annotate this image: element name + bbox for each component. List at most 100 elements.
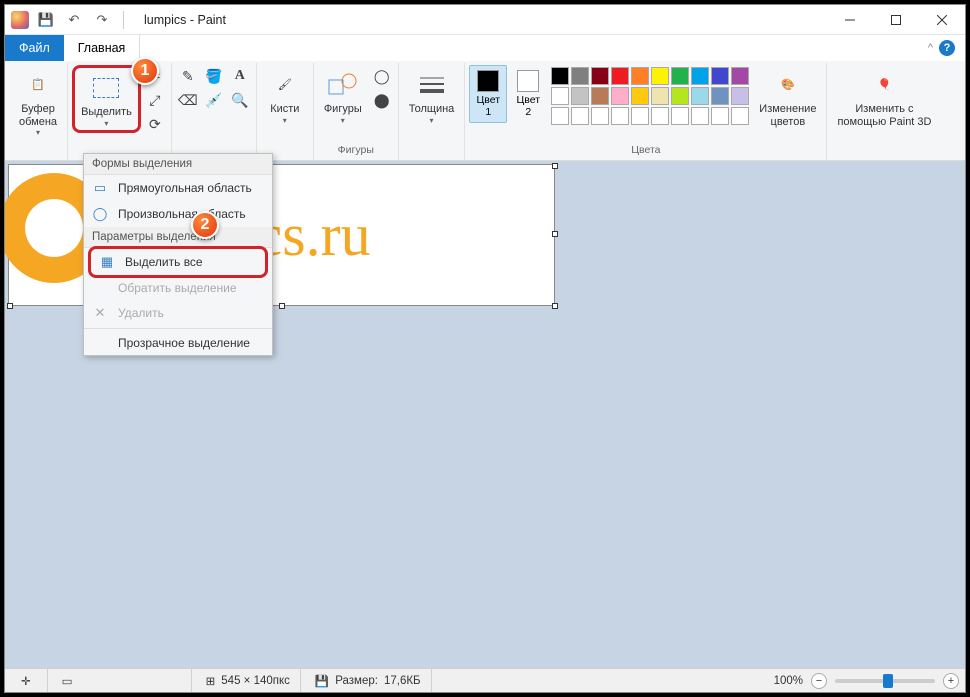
- color-swatch[interactable]: [691, 67, 709, 85]
- qat-save-icon[interactable]: 💾: [35, 9, 57, 31]
- color-swatch[interactable]: [611, 67, 629, 85]
- help-icon[interactable]: ?: [939, 40, 955, 56]
- select-button[interactable]: Выделить ▾: [72, 65, 141, 133]
- zoom-control: 100% − +: [774, 673, 959, 689]
- close-button[interactable]: [919, 5, 965, 35]
- color2-button[interactable]: Цвет 2: [509, 65, 547, 123]
- shapes-icon: [327, 69, 359, 101]
- paint3d-icon: 🎈: [868, 69, 900, 101]
- rect-select-icon: ▭: [92, 180, 108, 196]
- outline-icon[interactable]: ◯: [370, 65, 394, 87]
- clipboard-icon: 📋: [22, 69, 54, 101]
- color-swatch[interactable]: [611, 107, 629, 125]
- zoom-out-button[interactable]: −: [811, 673, 827, 689]
- color-swatch[interactable]: [731, 107, 749, 125]
- color-swatch[interactable]: [711, 87, 729, 105]
- palette-icon: 🎨: [772, 69, 804, 101]
- eraser-icon[interactable]: ⌫: [176, 89, 200, 111]
- color-swatch[interactable]: [591, 107, 609, 125]
- clipboard-button[interactable]: 📋 Буфер обмена ▾: [13, 65, 63, 139]
- color-swatch[interactable]: [671, 107, 689, 125]
- dd-section-params: Параметры выделения: [84, 227, 272, 248]
- annotation-marker-1: 1: [131, 57, 159, 85]
- select-rect-icon: [93, 78, 119, 98]
- qat-redo-icon[interactable]: ↷: [91, 9, 113, 31]
- color-swatch[interactable]: [571, 87, 589, 105]
- color-swatch[interactable]: [591, 87, 609, 105]
- pencil-icon[interactable]: ✎: [176, 65, 200, 87]
- status-cursor: ✛: [11, 669, 48, 692]
- resize-handle[interactable]: [279, 303, 285, 309]
- color-swatch[interactable]: [571, 67, 589, 85]
- group-paint3d: 🎈 Изменить с помощью Paint 3D: [827, 63, 941, 160]
- picker-icon[interactable]: 💉: [202, 89, 226, 111]
- rotate-icon[interactable]: ⟳: [143, 113, 167, 135]
- color-swatch[interactable]: [651, 107, 669, 125]
- color-swatch[interactable]: [671, 87, 689, 105]
- select-all-icon: ▦: [99, 254, 115, 270]
- color-swatch[interactable]: [691, 107, 709, 125]
- tab-home[interactable]: Главная: [64, 35, 141, 61]
- group-colors: Цвет 1 Цвет 2 🎨 Изменение цветов Цвета: [465, 63, 827, 160]
- zoom-icon[interactable]: 🔍: [228, 89, 252, 111]
- dd-item-free[interactable]: ◯Произвольная область: [84, 201, 272, 227]
- color-swatch[interactable]: [571, 107, 589, 125]
- thickness-button[interactable]: Толщина ▾: [403, 65, 461, 127]
- fill-icon[interactable]: 🪣: [202, 65, 226, 87]
- color-swatch[interactable]: [591, 67, 609, 85]
- dd-item-transparent[interactable]: Прозрачное выделение: [84, 331, 272, 355]
- color-swatch[interactable]: [551, 107, 569, 125]
- color-swatch[interactable]: [711, 67, 729, 85]
- color-swatch[interactable]: [631, 67, 649, 85]
- maximize-button[interactable]: [873, 5, 919, 35]
- app-icon: [11, 11, 29, 29]
- window-title: lumpics - Paint: [144, 13, 226, 27]
- zoom-value: 100%: [774, 675, 803, 687]
- color-swatch[interactable]: [631, 87, 649, 105]
- text-icon[interactable]: A: [228, 65, 252, 87]
- dd-item-delete: ✕Удалить: [84, 300, 272, 326]
- zoom-in-button[interactable]: +: [943, 673, 959, 689]
- color-swatch[interactable]: [611, 87, 629, 105]
- color-swatch[interactable]: [651, 87, 669, 105]
- group-clipboard: 📋 Буфер обмена ▾: [9, 63, 68, 160]
- resize-handle[interactable]: [552, 231, 558, 237]
- shapes-button[interactable]: Фигуры ▾: [318, 65, 368, 127]
- dd-item-select-all[interactable]: ▦Выделить все: [88, 246, 268, 278]
- color-swatch[interactable]: [551, 87, 569, 105]
- color-swatch[interactable]: [551, 67, 569, 85]
- tab-file[interactable]: Файл: [5, 35, 64, 61]
- paint-window: 💾 ↶ ↷ lumpics - Paint Файл Главная ^ ? 📋…: [4, 4, 966, 693]
- dd-item-rect[interactable]: ▭Прямоугольная область: [84, 175, 272, 201]
- qat-undo-icon[interactable]: ↶: [63, 9, 85, 31]
- resize-handle[interactable]: [552, 303, 558, 309]
- color-swatch[interactable]: [731, 67, 749, 85]
- status-dimensions: ⊞545 × 140пкс: [196, 669, 301, 692]
- minimize-button[interactable]: [827, 5, 873, 35]
- statusbar: ✛ ▭ ⊞545 × 140пкс 💾Размер:17,6КБ 100% − …: [5, 668, 965, 692]
- paint3d-button[interactable]: 🎈 Изменить с помощью Paint 3D: [831, 65, 937, 130]
- resize-handle[interactable]: [552, 163, 558, 169]
- color-swatch[interactable]: [671, 67, 689, 85]
- status-filesize: 💾Размер:17,6КБ: [305, 669, 432, 692]
- color-swatch[interactable]: [651, 67, 669, 85]
- group-shapes: Фигуры ▾ ◯ ⬤ Фигуры: [314, 63, 399, 160]
- resize-handle[interactable]: [7, 303, 13, 309]
- color-swatch[interactable]: [631, 107, 649, 125]
- cursor-pos-icon: ✛: [21, 674, 31, 688]
- color-palette: [549, 65, 751, 127]
- color-swatch[interactable]: [691, 87, 709, 105]
- brushes-button[interactable]: 🖌 Кисти ▾: [261, 65, 309, 127]
- color1-button[interactable]: Цвет 1: [469, 65, 507, 123]
- color-swatch[interactable]: [731, 87, 749, 105]
- color-swatch[interactable]: [711, 107, 729, 125]
- edit-colors-button[interactable]: 🎨 Изменение цветов: [753, 65, 822, 130]
- titlebar: 💾 ↶ ↷ lumpics - Paint: [5, 5, 965, 35]
- resize-icon[interactable]: ⤢: [143, 89, 167, 111]
- dims-icon: ⊞: [206, 674, 216, 688]
- collapse-ribbon-icon[interactable]: ^: [928, 42, 933, 54]
- select-dropdown: Формы выделения ▭Прямоугольная область ◯…: [83, 153, 273, 356]
- zoom-slider[interactable]: [835, 679, 935, 683]
- fillshape-icon[interactable]: ⬤: [370, 89, 394, 111]
- thickness-icon: [416, 69, 448, 101]
